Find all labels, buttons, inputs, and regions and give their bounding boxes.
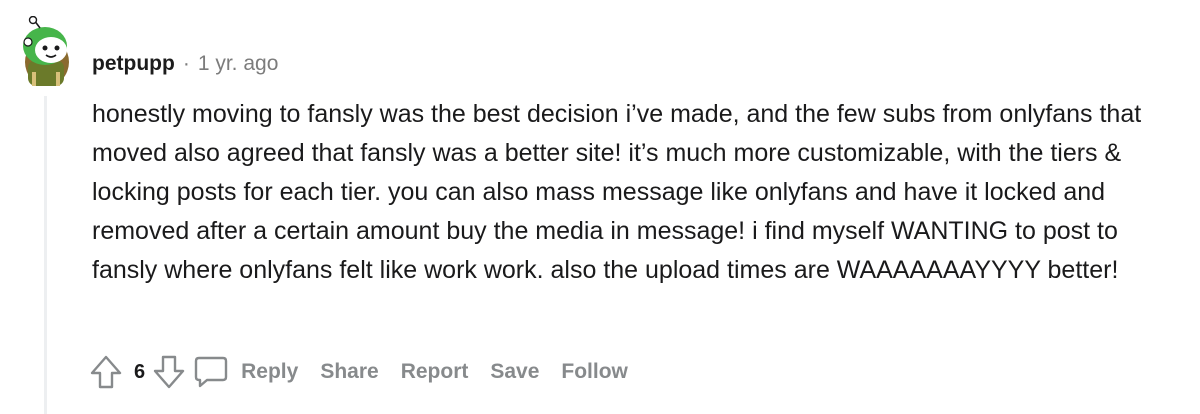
upvote-arrow-icon xyxy=(90,355,122,389)
comment-body: honestly moving to fansly was the best d… xyxy=(92,95,1152,290)
thread-line[interactable] xyxy=(44,96,47,414)
report-button[interactable]: Report xyxy=(401,360,469,384)
comment-bubble-icon xyxy=(194,356,228,388)
vote-count: 6 xyxy=(134,360,146,383)
upvote-button[interactable] xyxy=(88,352,124,392)
comment-text: honestly moving to fansly was the best d… xyxy=(92,100,1142,284)
avatar[interactable] xyxy=(18,15,76,88)
comment-header: petpupp · 1 yr. ago xyxy=(92,48,278,80)
follow-button[interactable]: Follow xyxy=(561,360,628,384)
snoo-avatar-icon xyxy=(23,15,69,86)
meta-separator: · xyxy=(182,52,190,75)
reply-button[interactable]: Reply xyxy=(241,360,298,384)
reply-icon-button[interactable] xyxy=(193,352,229,392)
save-button[interactable]: Save xyxy=(490,360,539,384)
timestamp[interactable]: 1 yr. ago xyxy=(198,52,279,76)
comment-actions: 6 Reply Share Report Save Follow xyxy=(88,350,628,394)
username-link[interactable]: petpupp xyxy=(92,52,175,76)
downvote-button[interactable] xyxy=(151,352,187,392)
comment: petpupp · 1 yr. ago honestly moving to f… xyxy=(0,0,1200,414)
share-button[interactable]: Share xyxy=(320,360,378,384)
downvote-arrow-icon xyxy=(153,355,185,389)
